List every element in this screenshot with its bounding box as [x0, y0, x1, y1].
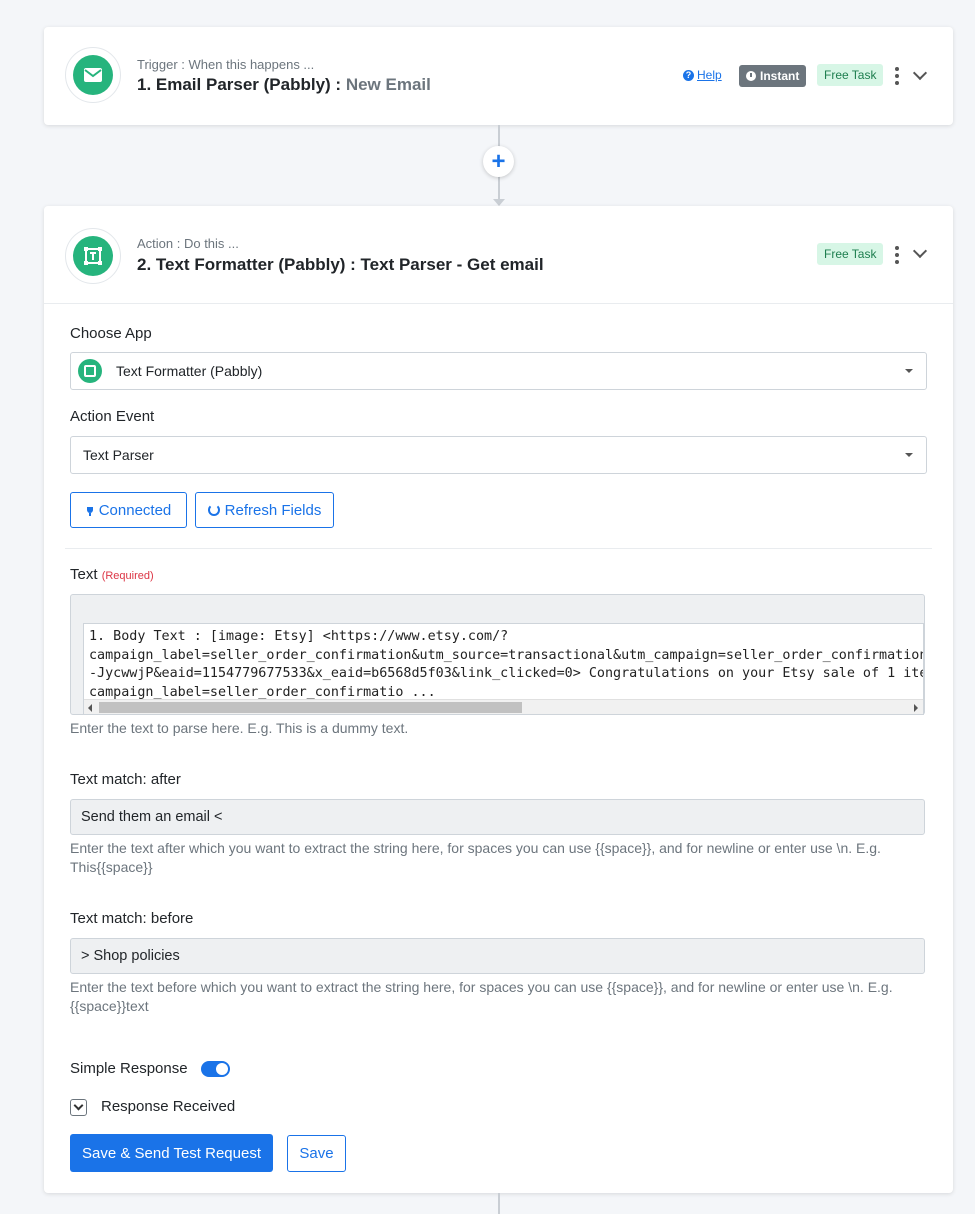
text-formatter-icon — [78, 359, 102, 383]
match-before-input[interactable]: > Shop policies — [70, 938, 925, 974]
choose-app-select[interactable]: Text Formatter (Pabbly) — [70, 352, 927, 390]
refresh-fields-label: Refresh Fields — [224, 501, 322, 519]
text-field-label: Text (Required) — [70, 566, 154, 583]
action-subtitle: Action : Do this ... — [137, 236, 239, 251]
simple-response-label: Simple Response — [70, 1060, 188, 1077]
scrollbar-thumb[interactable] — [99, 702, 522, 713]
step-connector-line — [498, 1193, 500, 1214]
text-formatter-app-icon — [65, 228, 121, 284]
action-event-value: Text Parser — [83, 447, 154, 463]
trigger-title: 1. Email Parser (Pabbly) : New Email — [137, 75, 431, 95]
trigger-title-app: 1. Email Parser (Pabbly) : — [137, 75, 346, 94]
match-before-help: Enter the text before which you want to … — [70, 979, 893, 1014]
match-after-input[interactable]: Send them an email < — [70, 799, 925, 835]
text-line: -JycwwjP&eaid=1154779677533&x_eaid=b6568… — [89, 666, 924, 681]
choose-app-label: Choose App — [70, 325, 152, 342]
scroll-left-icon[interactable] — [88, 704, 92, 712]
chevron-down-icon[interactable] — [912, 65, 928, 81]
text-line: campaign_label=seller_order_confirmation… — [89, 647, 924, 663]
trigger-title-event: New Email — [345, 75, 431, 94]
add-step-button[interactable]: + — [483, 146, 514, 177]
match-before-label: Text match: before — [70, 910, 194, 927]
save-button[interactable]: Save — [287, 1135, 346, 1172]
help-label: Help — [697, 68, 722, 82]
text-input[interactable]: 1. Body Text : [image: Etsy] <https://ww… — [83, 623, 924, 715]
instant-label: Instant — [760, 69, 800, 83]
connector-arrow-icon — [493, 199, 505, 206]
action-event-label: Action Event — [70, 408, 155, 425]
email-parser-app-icon — [65, 47, 121, 103]
save-send-test-button[interactable]: Save & Send Test Request — [70, 1134, 273, 1172]
more-options-icon[interactable] — [894, 67, 900, 85]
action-title: 2. Text Formatter (Pabbly) : Text Parser… — [137, 255, 544, 274]
action-step-card: Action : Do this ... 2. Text Formatter (… — [44, 206, 953, 1193]
more-options-icon[interactable] — [894, 246, 900, 264]
connected-button[interactable]: Connected — [70, 492, 187, 528]
refresh-icon — [207, 504, 220, 516]
text-line: 1. Body Text : [image: Etsy] <https://ww… — [89, 629, 509, 644]
text-help: Enter the text to parse here. E.g. This … — [70, 720, 409, 736]
caret-down-icon — [905, 369, 913, 373]
clock-icon — [746, 71, 756, 81]
envelope-icon — [84, 68, 102, 82]
response-received-label: Response Received — [101, 1098, 236, 1115]
connected-label: Connected — [98, 501, 172, 519]
required-marker: (Required) — [101, 570, 154, 582]
question-icon: ? — [683, 69, 694, 81]
trigger-step-card[interactable]: Trigger : When this happens ... 1. Email… — [44, 27, 953, 125]
action-event-select[interactable]: Text Parser — [70, 436, 927, 474]
free-task-badge: Free Task — [817, 243, 884, 265]
text-formatter-icon — [84, 247, 102, 265]
match-after-help: Enter the text after which you want to e… — [70, 840, 881, 875]
horizontal-scrollbar[interactable] — [84, 699, 923, 714]
trigger-subtitle: Trigger : When this happens ... — [137, 57, 315, 72]
text-field-container: 1. Body Text : [image: Etsy] <https://ww… — [70, 594, 925, 715]
simple-response-toggle[interactable] — [201, 1061, 230, 1077]
header-divider — [44, 303, 953, 304]
form-divider — [65, 548, 932, 549]
caret-down-icon — [905, 453, 913, 457]
help-link[interactable]: ? Help — [683, 68, 722, 82]
response-received-checkbox[interactable] — [70, 1099, 87, 1116]
instant-badge: Instant — [739, 65, 807, 87]
text-input-value: 1. Body Text : [image: Etsy] <https://ww… — [89, 628, 924, 702]
plug-icon — [86, 504, 94, 516]
text-label: Text — [70, 566, 98, 583]
refresh-fields-button[interactable]: Refresh Fields — [195, 492, 334, 528]
chevron-down-icon[interactable] — [912, 243, 928, 259]
match-after-label: Text match: after — [70, 771, 181, 788]
scroll-right-icon[interactable] — [914, 704, 918, 712]
choose-app-value: Text Formatter (Pabbly) — [116, 363, 263, 379]
free-task-badge: Free Task — [817, 64, 884, 86]
